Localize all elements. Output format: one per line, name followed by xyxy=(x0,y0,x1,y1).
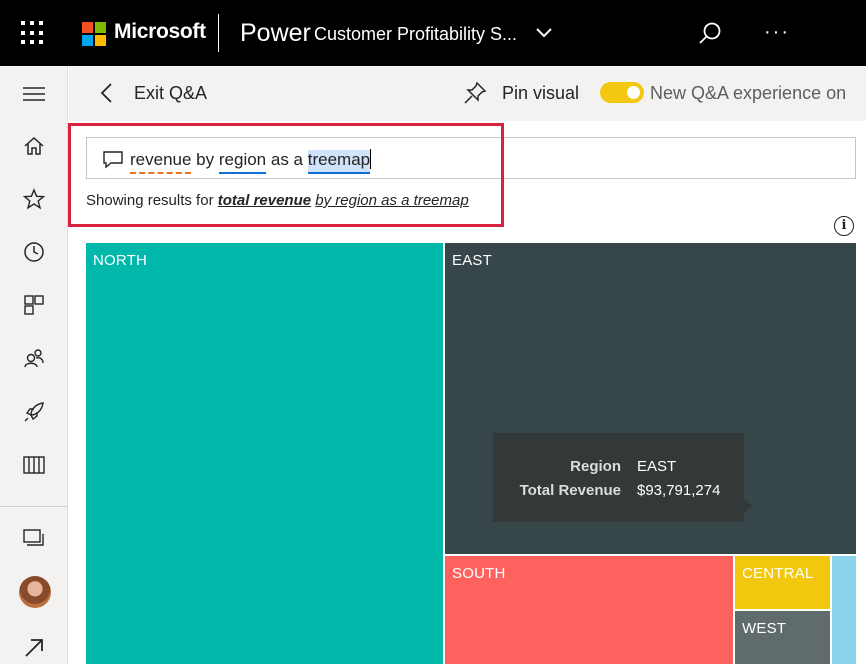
workspaces-icon[interactable] xyxy=(20,524,48,552)
home-icon[interactable] xyxy=(20,132,48,160)
left-navigation xyxy=(0,66,68,664)
question-highlight-box xyxy=(68,123,504,227)
tile-label-west: WEST xyxy=(742,620,787,637)
rocket-icon[interactable] xyxy=(20,398,48,426)
tooltip-region-key: Region xyxy=(570,458,621,475)
nav-separator xyxy=(0,506,68,507)
brand-divider xyxy=(218,14,219,52)
qa-command-bar: Exit Q&A Pin visual New Q&A experience o… xyxy=(69,66,866,121)
toggle-label: New Q&A experience on xyxy=(650,83,847,103)
back-chevron-icon[interactable] xyxy=(99,82,113,104)
info-icon[interactable]: i xyxy=(834,216,854,236)
microsoft-logo xyxy=(82,22,106,46)
expand-arrow-icon[interactable] xyxy=(20,634,48,662)
treemap-tile-other[interactable] xyxy=(832,556,856,664)
top-bar: Microsoft Power Customer Profitability S… xyxy=(0,0,866,66)
brand-name: Microsoft xyxy=(114,20,206,43)
app-launcher-icon[interactable] xyxy=(21,21,45,45)
star-icon[interactable] xyxy=(20,185,48,213)
people-icon[interactable] xyxy=(20,344,48,372)
tile-label-east: EAST xyxy=(452,252,492,269)
search-icon[interactable] xyxy=(697,21,723,47)
exit-qa-button[interactable]: Exit Q&A xyxy=(134,83,207,104)
treemap-tile-south[interactable]: SOUTH xyxy=(445,556,733,664)
treemap-tile-north[interactable]: NORTH xyxy=(86,243,443,664)
more-icon[interactable]: ··· xyxy=(764,22,790,42)
tile-label-north: NORTH xyxy=(93,252,148,269)
hamburger-icon[interactable] xyxy=(20,80,48,108)
book-icon[interactable] xyxy=(20,451,48,479)
new-qa-toggle[interactable] xyxy=(600,82,644,103)
clock-icon[interactable] xyxy=(20,238,48,266)
tooltip-revenue-value: $93,791,274 xyxy=(637,482,721,499)
tile-label-south: SOUTH xyxy=(452,565,506,582)
product-name[interactable]: Power xyxy=(240,19,311,48)
treemap-tile-west[interactable]: WEST xyxy=(735,611,830,664)
chevron-down-icon[interactable] xyxy=(534,25,554,41)
treemap-tile-central[interactable]: CENTRAL xyxy=(735,556,830,609)
tooltip-region-value: EAST xyxy=(637,458,677,475)
tile-label-central: CENTRAL xyxy=(742,565,814,582)
apps-icon[interactable] xyxy=(20,291,48,319)
pin-visual-button[interactable]: Pin visual xyxy=(502,83,579,104)
tooltip-revenue-key: Total Revenue xyxy=(519,482,621,499)
report-title[interactable]: Customer Profitability S... xyxy=(314,24,517,45)
avatar[interactable] xyxy=(19,576,51,608)
treemap-tooltip: Region EAST Total Revenue $93,791,274 xyxy=(493,433,752,522)
pin-icon[interactable] xyxy=(463,81,487,105)
